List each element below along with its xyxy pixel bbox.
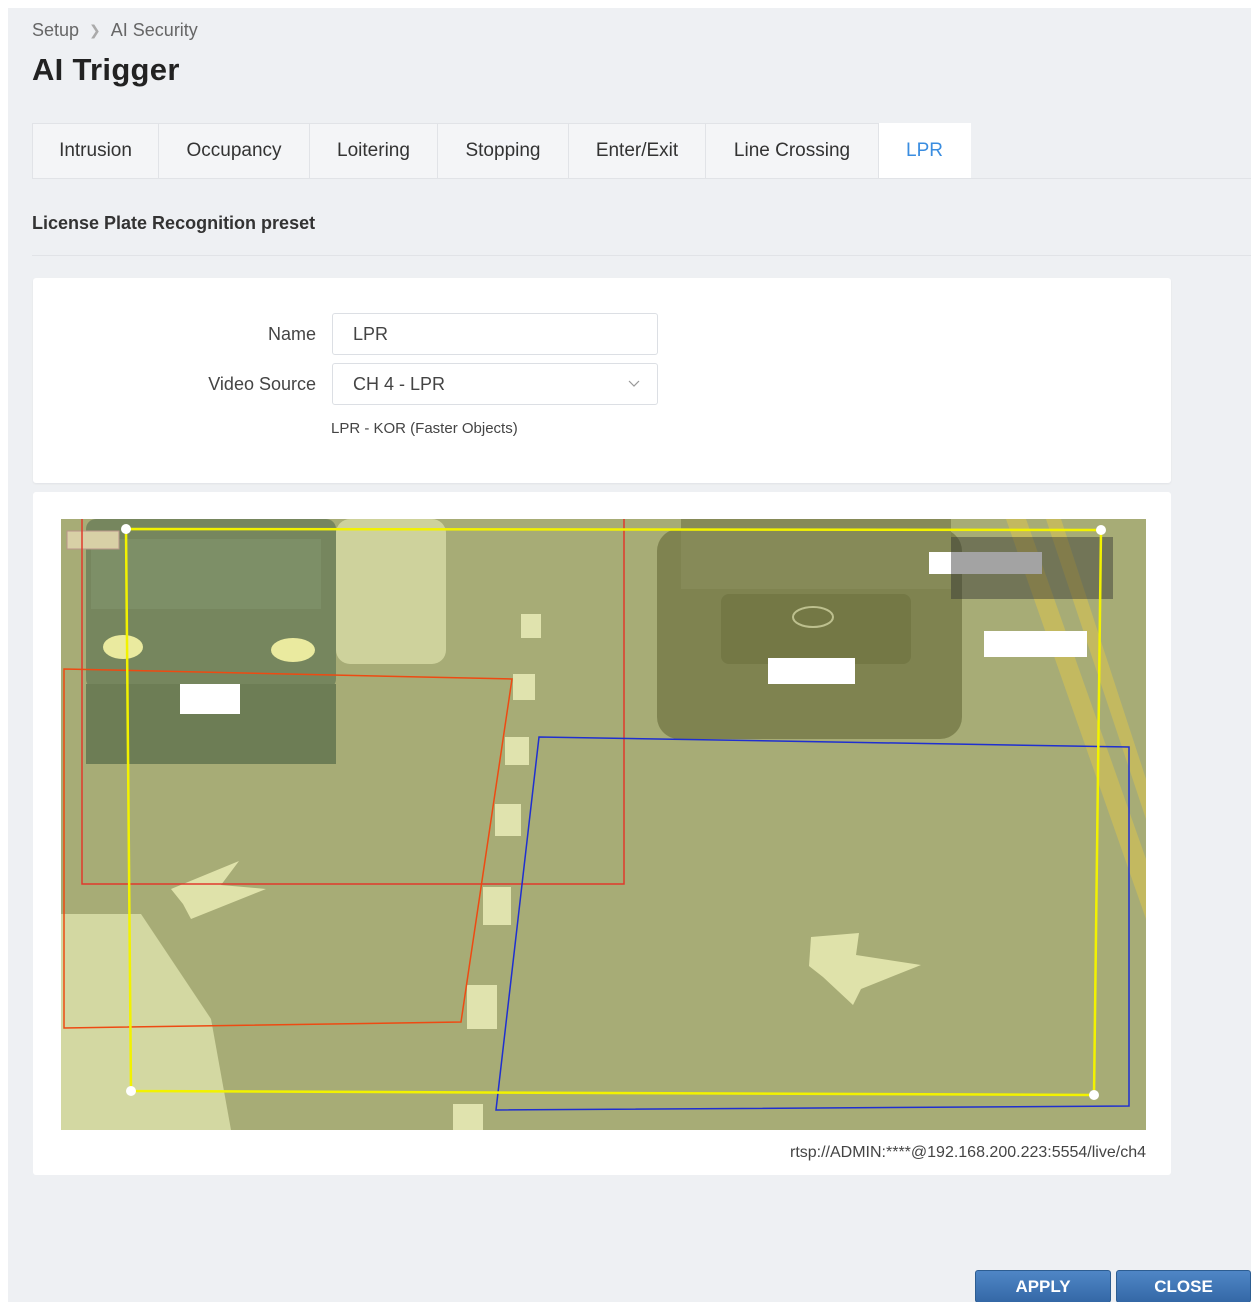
- tab-line-crossing[interactable]: Line Crossing: [706, 123, 879, 179]
- zone-handle[interactable]: [126, 1086, 136, 1096]
- video-source-value: CH 4 - LPR: [353, 373, 446, 394]
- chevron-right-icon: ❯: [89, 22, 101, 38]
- zone-handle[interactable]: [1089, 1090, 1099, 1100]
- tab-loitering[interactable]: Loitering: [310, 123, 438, 179]
- chevron-down-icon: [628, 380, 640, 387]
- zone-handle[interactable]: [121, 524, 131, 534]
- masked-plate: [768, 658, 855, 684]
- tab-occupancy[interactable]: Occupancy: [159, 123, 310, 179]
- breadcrumb-ai-security[interactable]: AI Security: [111, 20, 198, 41]
- masked-plate: [180, 684, 240, 714]
- tab-bar: Intrusion Occupancy Loitering Stopping E…: [32, 123, 971, 179]
- breadcrumb-setup[interactable]: Setup: [32, 20, 79, 41]
- tab-intrusion[interactable]: Intrusion: [32, 123, 159, 179]
- section-title: License Plate Recognition preset: [32, 213, 316, 233]
- preset-form-card: Name LPR Video Source CH 4 - LPR LPR - K…: [33, 278, 1171, 483]
- masked-plate: [984, 631, 1087, 657]
- name-label: Name: [267, 324, 316, 344]
- tab-enter-exit[interactable]: Enter/Exit: [569, 123, 706, 179]
- video-canvas[interactable]: [61, 519, 1146, 1130]
- close-button[interactable]: CLOSE: [1116, 1270, 1251, 1302]
- stream-url: rtsp://ADMIN:****@192.168.200.223:5554/l…: [789, 1144, 1146, 1161]
- apply-button[interactable]: APPLY: [975, 1270, 1111, 1302]
- zone-handle[interactable]: [1096, 525, 1106, 535]
- masked-region: [951, 537, 1113, 599]
- page-title: AI Trigger: [32, 52, 180, 87]
- tab-lpr[interactable]: LPR: [879, 123, 971, 179]
- page: Setup ❯ AI Security AI Trigger Intrusion…: [8, 8, 1251, 1302]
- section-divider: [32, 255, 1251, 256]
- name-input-value: LPR: [353, 323, 389, 344]
- name-input[interactable]: LPR: [332, 313, 658, 355]
- tabs-divider: [32, 178, 1251, 179]
- overlay-tint: [61, 519, 1146, 1130]
- video-source-hint: LPR - KOR (Faster Objects): [331, 420, 518, 437]
- video-preview[interactable]: [61, 519, 1146, 1130]
- video-card: rtsp://ADMIN:****@192.168.200.223:5554/l…: [33, 492, 1171, 1175]
- video-source-label: Video Source: [208, 374, 316, 394]
- tab-stopping[interactable]: Stopping: [438, 123, 569, 179]
- video-source-select[interactable]: CH 4 - LPR: [332, 363, 658, 405]
- breadcrumb: Setup ❯ AI Security: [32, 20, 198, 41]
